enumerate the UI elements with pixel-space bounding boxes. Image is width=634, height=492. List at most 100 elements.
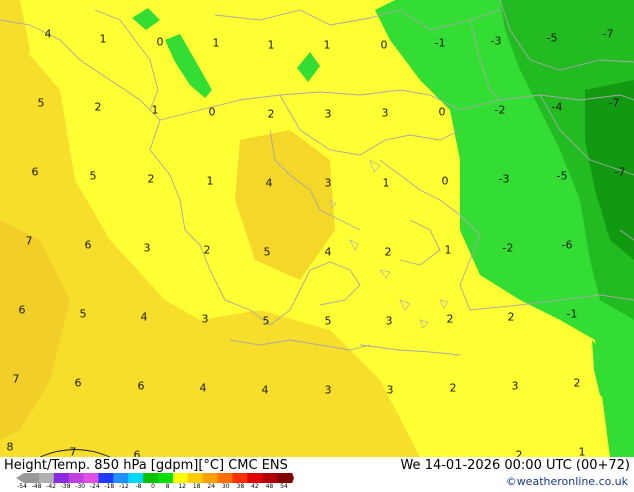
temperature-label: 3	[511, 379, 519, 393]
temperature-label: -5	[546, 31, 558, 45]
temperature-label: 5	[262, 314, 270, 328]
temperature-label: 4	[199, 381, 207, 395]
temperature-label: -3	[490, 34, 502, 48]
temperature-label: 1	[578, 445, 586, 459]
temperature-label: 3	[385, 314, 393, 328]
temperature-label: 5	[89, 169, 97, 183]
temperature-label: 8	[6, 440, 14, 454]
temperature-label: 0	[380, 38, 388, 52]
scale-swatch	[68, 473, 85, 483]
scale-swatch	[187, 473, 204, 483]
temperature-label: 3	[201, 312, 209, 326]
temperature-label: 0	[208, 105, 216, 119]
scale-swatch	[53, 473, 70, 483]
scale-tick-label: -24	[89, 483, 100, 490]
scale-tick-label: -54	[17, 483, 27, 490]
scale-tick-label: 0	[151, 483, 155, 490]
temperature-label: 3	[324, 383, 332, 397]
temperature-label: 6	[31, 165, 39, 179]
scale-tick-label: -38	[60, 483, 71, 490]
scale-swatch	[277, 473, 293, 483]
scale-arrow-right	[292, 473, 294, 483]
weather-map: 4 1 0 1 1 1 0 -1 -3 -5 -7 5 2 1 0 2 3 3 0 -2 -4 -7 6 5 2 1 4 3 1 0 -3 -…	[0, 0, 634, 461]
temperature-label: 3	[324, 176, 332, 190]
scale-tick-label: 54	[280, 483, 288, 490]
temperature-label: 2	[147, 172, 155, 186]
chart-title: Height/Temp. 850 hPa [gdpm][°C] CMC ENS	[4, 458, 288, 473]
temperature-label: 6	[137, 379, 145, 393]
scale-swatch	[247, 473, 263, 483]
temperature-label: 2	[446, 312, 454, 326]
temperature-label: -1	[434, 36, 446, 50]
temperature-label: -4	[551, 100, 563, 114]
scale-swatch	[113, 473, 129, 483]
temperature-label: 3	[324, 107, 332, 121]
temperature-label: 5	[263, 245, 271, 259]
temperature-label: 1	[151, 103, 159, 117]
scale-arrow-left	[16, 473, 24, 483]
scale-swatch	[83, 473, 99, 483]
temperature-label: 5	[79, 307, 87, 321]
temperature-label: -5	[556, 169, 568, 183]
temperature-label: -2	[502, 241, 514, 255]
scale-tick-label: 48	[265, 483, 274, 490]
temperature-label: 2	[573, 376, 581, 390]
temperature-label: -6	[561, 238, 573, 252]
temperature-label: 2	[449, 381, 457, 395]
temperature-label: 0	[438, 105, 446, 119]
scale-swatch	[128, 473, 144, 483]
temperature-label: 6	[18, 303, 26, 317]
temperature-label: 0	[441, 174, 449, 188]
scale-tick-label: 42	[251, 483, 259, 490]
scale-tick-label: 8	[165, 483, 170, 490]
temperature-label: 1	[382, 176, 390, 190]
temperature-label: 4	[140, 310, 148, 324]
scale-swatch	[232, 473, 248, 483]
temperature-label: 3	[381, 106, 389, 120]
temperature-label: 0	[156, 35, 164, 49]
scale-tick-label: -48	[31, 483, 42, 490]
color-scale-ticks: -54 -48 -42 -38 -30 -24 -18 -12 -8 0 8 12 18 24 30 38 42…	[17, 483, 294, 492]
temperature-label: 4	[265, 176, 273, 190]
temperature-label: 1	[206, 174, 214, 188]
scale-swatch	[38, 473, 55, 483]
temperature-label: 2	[94, 100, 102, 114]
temperature-label: 5	[324, 314, 332, 328]
scale-tick-label: -12	[118, 483, 129, 490]
temperature-label: 4	[44, 27, 52, 41]
scale-tick-label: -18	[104, 483, 115, 490]
scale-swatch	[98, 473, 114, 483]
temperature-label: 3	[143, 241, 151, 255]
temperature-label: 1	[444, 243, 452, 257]
temperature-label: 1	[323, 38, 331, 52]
temperature-label: 6	[84, 238, 92, 252]
scale-tick-label: 12	[178, 483, 186, 490]
credit-link[interactable]: ©weatheronline.co.uk	[506, 475, 628, 488]
scale-tick-label: 18	[192, 483, 201, 490]
temperature-label: 7	[25, 234, 33, 248]
scale-swatch	[172, 473, 189, 483]
scale-tick-label: -30	[75, 483, 86, 490]
scale-tick-label: 24	[207, 483, 216, 490]
temperature-label: 2	[267, 107, 275, 121]
temperature-label: 6	[74, 376, 82, 390]
temperature-label: -3	[498, 172, 510, 186]
scale-tick-label: -8	[135, 483, 142, 490]
temperature-label: -1	[566, 307, 578, 321]
temperature-label: 1	[267, 38, 275, 52]
temperature-label: 3	[386, 383, 394, 397]
scale-swatch	[158, 473, 174, 483]
temperature-label: -7	[614, 165, 626, 179]
forecast-time: We 14-01-2026 00:00 UTC (00+72)	[400, 458, 630, 473]
temperature-label: 4	[324, 245, 332, 259]
scale-swatch	[143, 473, 159, 483]
color-scale-bar	[16, 473, 294, 483]
temperature-label: -7	[608, 96, 620, 110]
scale-tick-label: 38	[236, 483, 245, 490]
scale-tick-label: 30	[221, 483, 230, 490]
temperature-label: 1	[212, 36, 220, 50]
temperature-label: 1	[99, 32, 107, 46]
temperature-label: 2	[203, 243, 211, 257]
temperature-label: 5	[37, 96, 45, 110]
temperature-label: 2	[384, 245, 392, 259]
